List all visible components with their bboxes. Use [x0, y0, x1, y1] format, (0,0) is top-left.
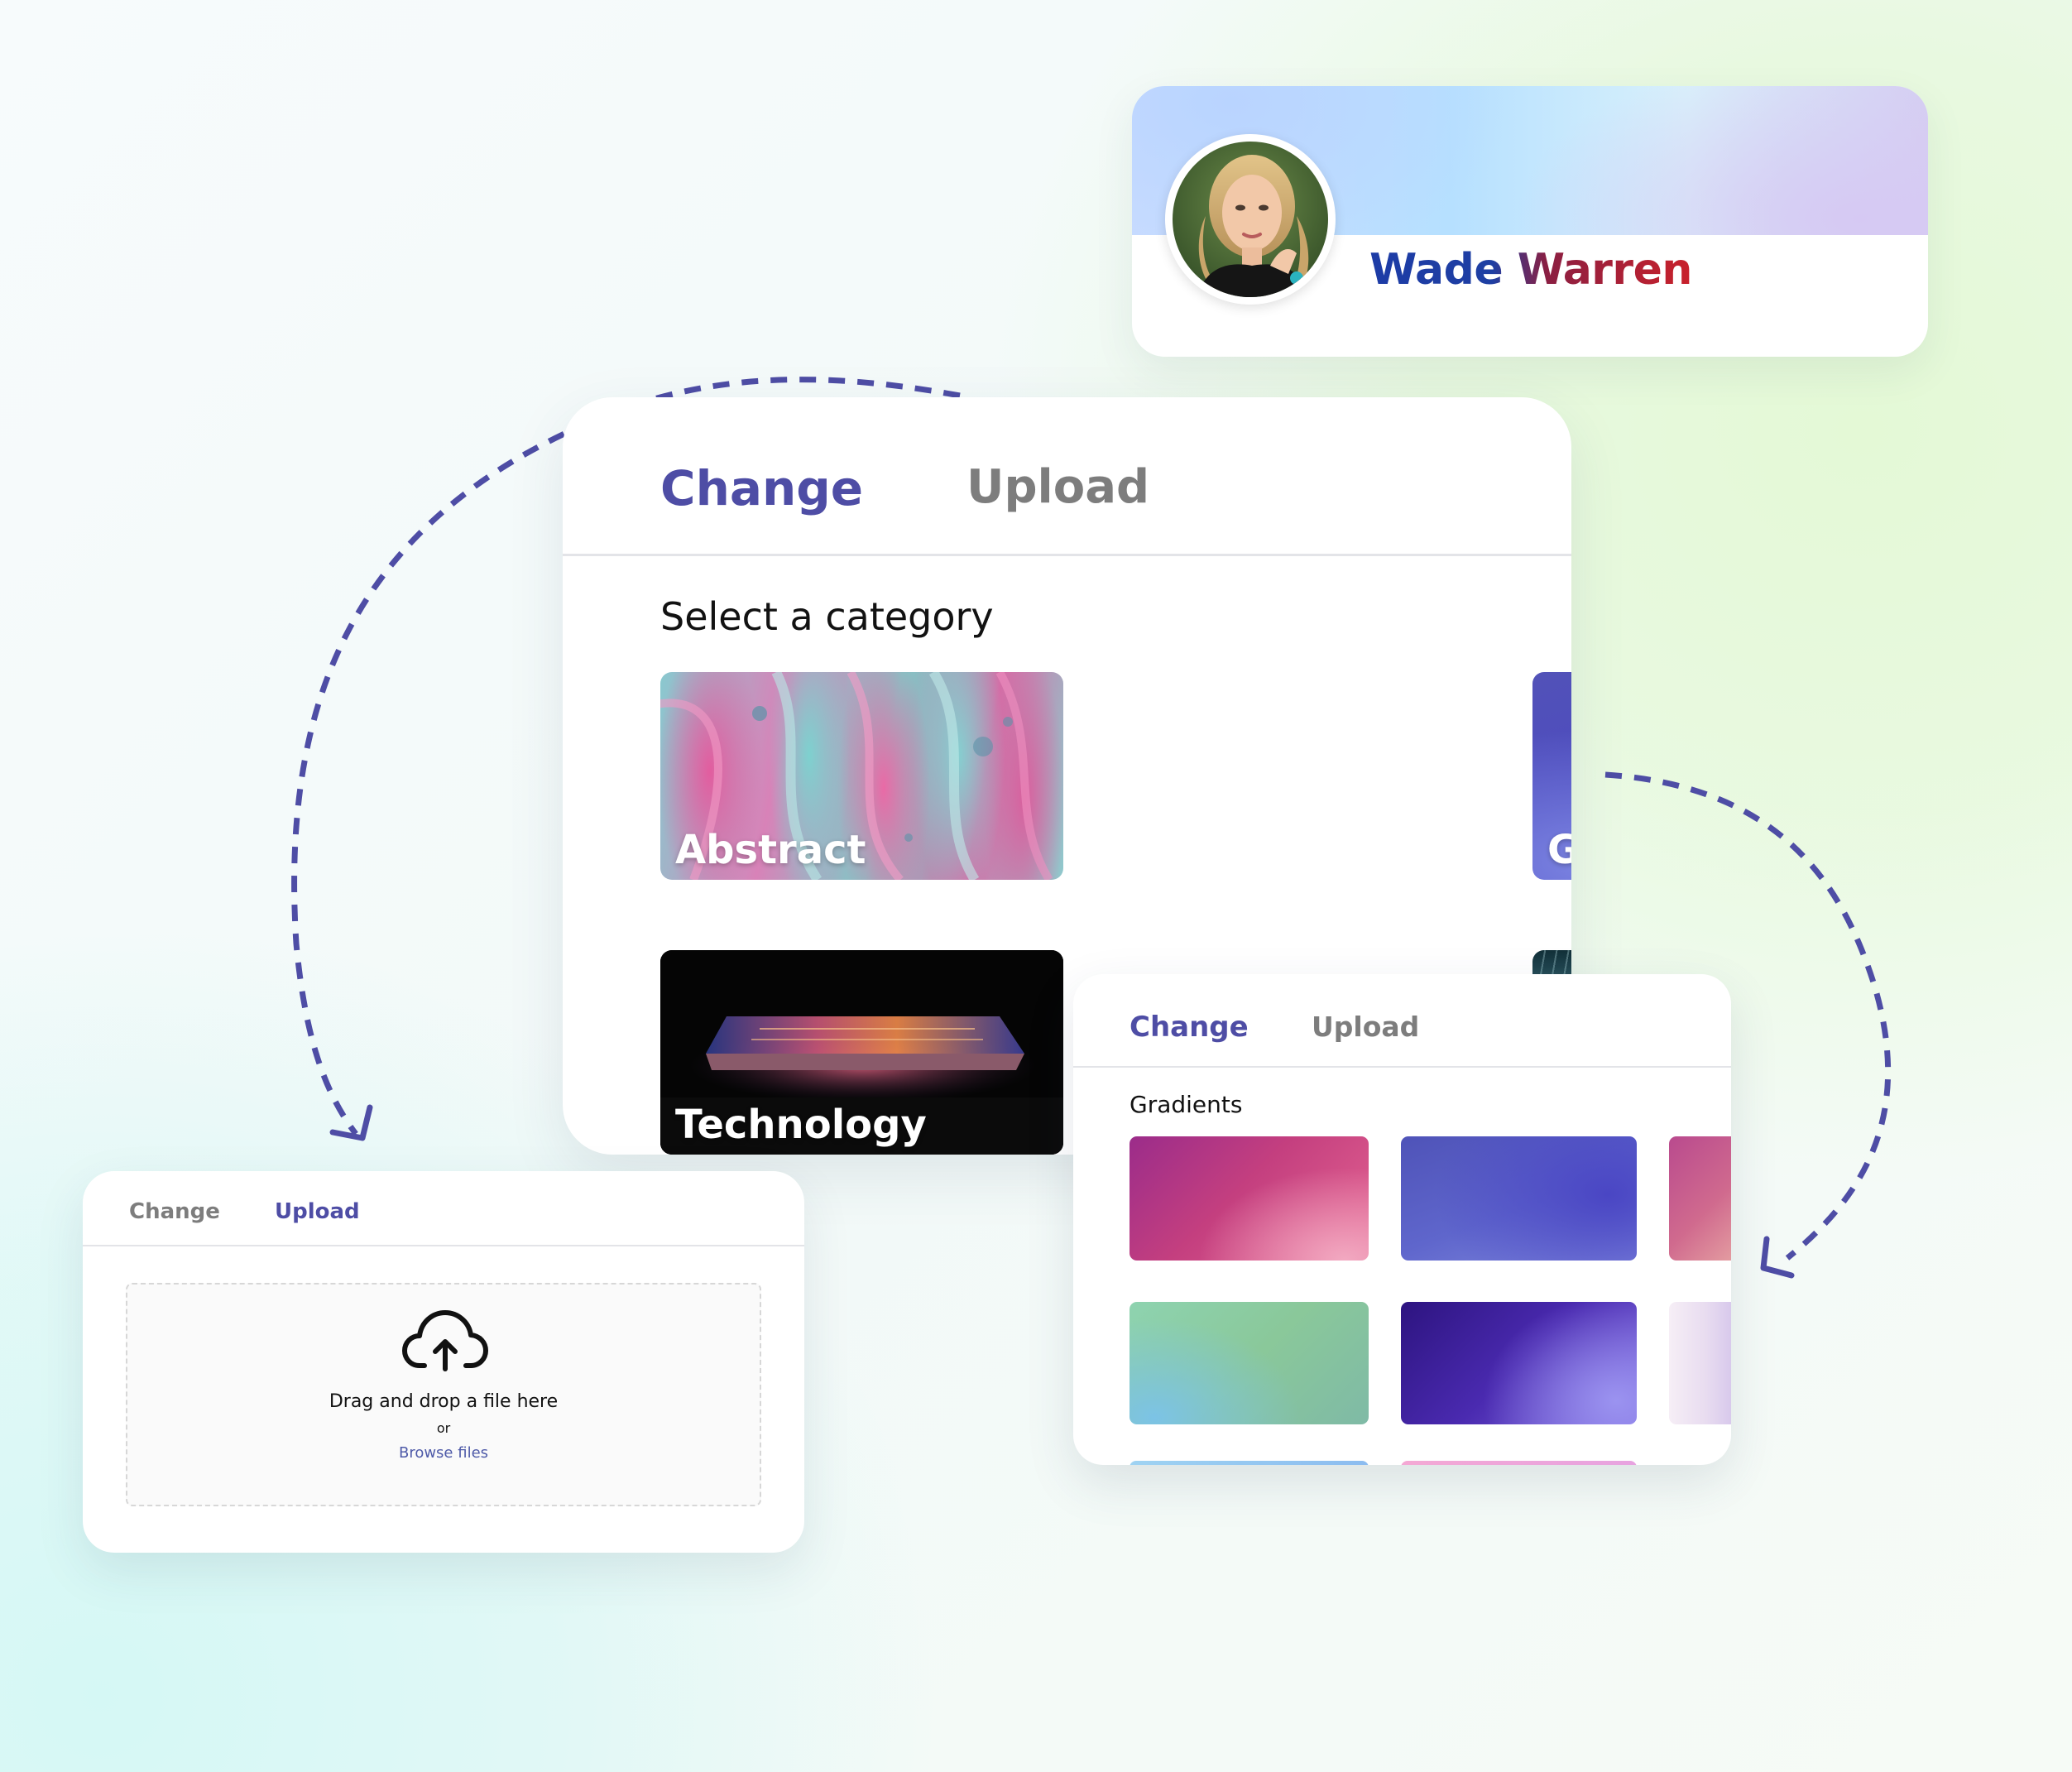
gradient-swatch[interactable]: [1669, 1136, 1731, 1261]
category-tile-gradients[interactable]: Gradients: [1532, 672, 1571, 880]
category-label: Abstract: [675, 827, 866, 873]
tabs-divider: [1073, 1066, 1731, 1068]
profile-name: Wade Warren: [1369, 245, 1692, 295]
arrowhead-icon: [329, 1104, 373, 1141]
tab-change[interactable]: Change: [1130, 1011, 1249, 1044]
gradient-swatch[interactable]: [1130, 1302, 1369, 1424]
drop-instructions: Drag and drop a file here: [329, 1391, 559, 1412]
category-label: Gradients: [1547, 827, 1571, 873]
gradients-panel: Change Upload Gradients: [1073, 974, 1731, 1465]
tabs-divider: [563, 554, 1571, 556]
category-tile-technology[interactable]: Technology: [660, 950, 1063, 1155]
browse-files-link[interactable]: Browse files: [127, 1444, 760, 1462]
arrowhead-icon: [1760, 1236, 1795, 1279]
gradient-swatch[interactable]: [1130, 1461, 1369, 1465]
avatar-photo: [1173, 142, 1328, 297]
avatar[interactable]: [1165, 134, 1336, 305]
gradient-swatch[interactable]: [1401, 1461, 1637, 1465]
tab-change[interactable]: Change: [660, 460, 863, 516]
gradient-swatch[interactable]: [1130, 1136, 1369, 1261]
or-separator: or: [436, 1420, 451, 1436]
tab-upload[interactable]: Upload: [275, 1199, 360, 1224]
category-label: Technology: [675, 1102, 927, 1148]
section-title: Gradients: [1130, 1091, 1243, 1118]
section-title: Select a category: [660, 594, 994, 639]
tabs-divider: [83, 1245, 804, 1246]
gradient-swatch[interactable]: [1401, 1302, 1637, 1424]
category-tile-abstract[interactable]: Abstract: [660, 672, 1063, 880]
file-dropzone[interactable]: Drag and drop a file here or Browse file…: [126, 1283, 761, 1506]
tab-change[interactable]: Change: [129, 1199, 220, 1224]
tab-upload[interactable]: Upload: [966, 460, 1149, 514]
profile-card: Wade Warren: [1132, 86, 1928, 357]
gradient-swatch[interactable]: [1669, 1302, 1731, 1424]
cloud-upload-icon: [402, 1310, 488, 1371]
tab-upload[interactable]: Upload: [1312, 1011, 1419, 1043]
upload-panel: Change Upload Drag and drop a file here …: [83, 1171, 804, 1553]
gradient-swatch[interactable]: [1401, 1136, 1637, 1261]
